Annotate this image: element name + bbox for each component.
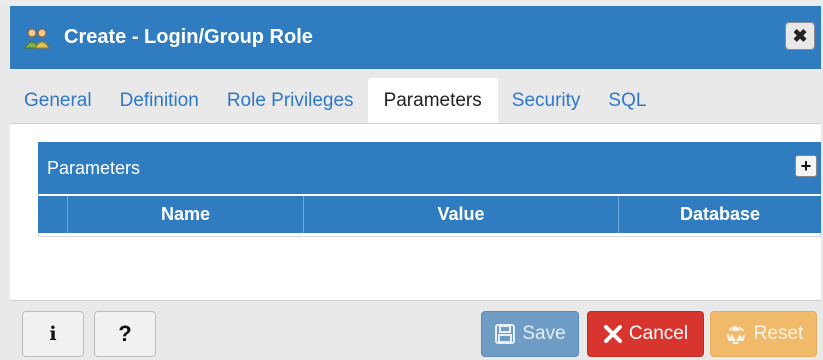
x-mark-icon (603, 324, 623, 344)
cancel-label: Cancel (628, 323, 689, 344)
create-role-dialog: Create - Login/Group Role ✖ General Defi… (0, 0, 823, 360)
name-column-header[interactable]: Name (68, 196, 304, 233)
parameters-panel: Parameters + Name Value Database (38, 142, 821, 237)
tab-bar: General Definition Role Privileges Param… (10, 69, 821, 124)
tab-definition[interactable]: Definition (106, 78, 213, 123)
help-button[interactable]: ? (94, 311, 156, 357)
tab-parameters[interactable]: Parameters (367, 78, 498, 123)
reset-button[interactable]: Reset (710, 311, 817, 357)
save-button[interactable]: Save (481, 311, 579, 357)
parameters-panel-header: Parameters + (38, 142, 821, 194)
database-column-header[interactable]: Database (619, 196, 821, 233)
dialog-footer: i ? Save Cancel Reset (10, 300, 821, 360)
cancel-button[interactable]: Cancel (587, 311, 704, 357)
dialog-title: Create - Login/Group Role (64, 26, 313, 48)
parameters-panel-title: Parameters (47, 157, 141, 178)
recycle-icon (724, 322, 748, 346)
reset-label: Reset (753, 323, 804, 344)
parameters-table-header: Name Value Database (38, 196, 821, 233)
tab-general[interactable]: General (10, 78, 106, 123)
role-group-icon (24, 26, 50, 50)
info-icon: i (49, 323, 57, 345)
close-button[interactable]: ✖ (785, 22, 815, 50)
help-icon: ? (118, 321, 132, 346)
select-column-header (38, 196, 68, 233)
plus-icon: + (800, 156, 812, 176)
tab-role-privileges[interactable]: Role Privileges (213, 78, 368, 123)
tab-sql[interactable]: SQL (594, 78, 660, 123)
add-parameter-button[interactable]: + (795, 155, 817, 177)
floppy-disk-icon (494, 323, 516, 345)
dialog-titlebar: Create - Login/Group Role ✖ (10, 6, 821, 69)
value-column-header[interactable]: Value (304, 196, 619, 233)
save-label: Save (522, 323, 566, 344)
close-icon: ✖ (792, 25, 808, 46)
tab-security[interactable]: Security (498, 78, 595, 123)
info-button[interactable]: i (22, 311, 84, 357)
